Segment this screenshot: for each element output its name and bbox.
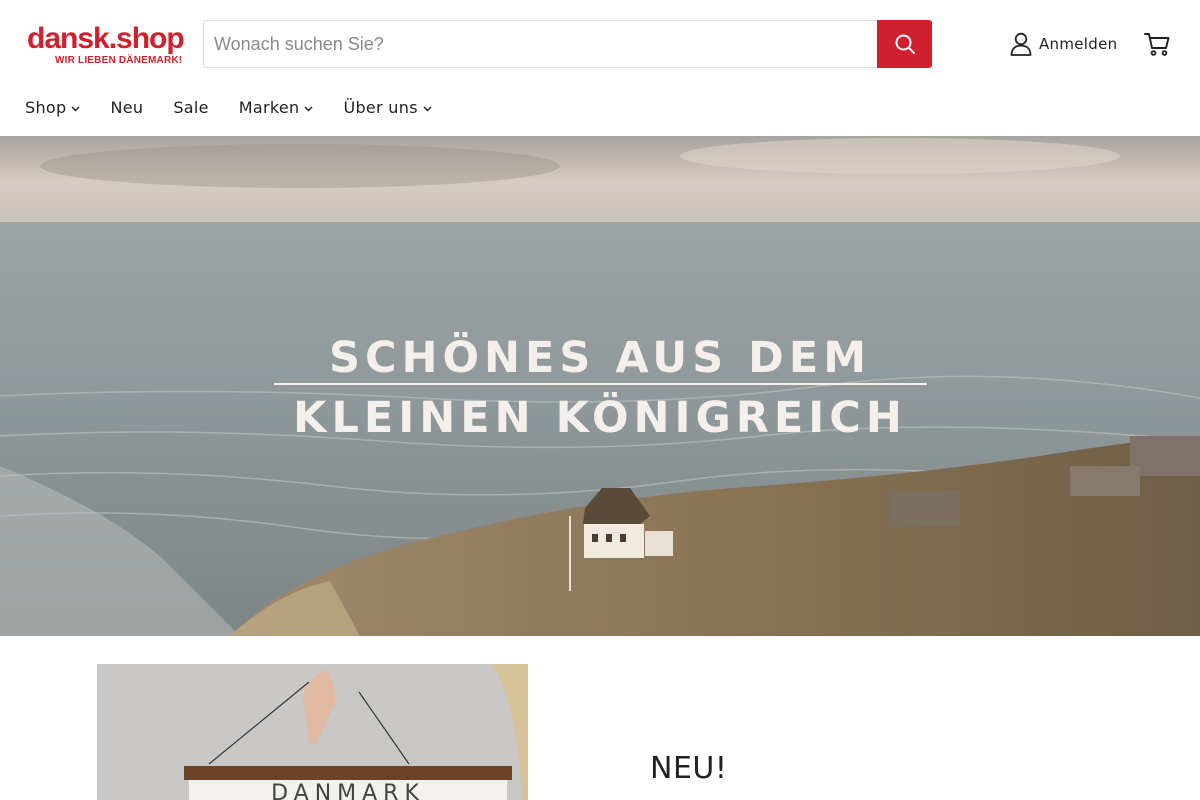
hero-image [0, 136, 1200, 636]
poster-text: DANMARK [271, 781, 425, 800]
nav-item-label: Shop [25, 97, 67, 117]
hero-headline-line1: SCHÖNES AUS DEM [328, 333, 872, 383]
chevron-down-icon [304, 105, 313, 112]
logo-wordmark: dansk.shop [27, 22, 185, 55]
nav-item-label: Marken [238, 97, 300, 117]
poster-photo: DANMARK [97, 664, 528, 800]
login-link[interactable]: Anmelden [1010, 31, 1117, 57]
nav-item-shop[interactable]: Shop [25, 98, 80, 117]
hero-divider [274, 383, 927, 385]
search-button[interactable] [877, 20, 932, 68]
feature-title: NEU! [650, 751, 728, 786]
login-label: Anmelden [1039, 35, 1118, 53]
search-input[interactable] [204, 21, 878, 67]
nav-item-label: Neu [110, 97, 144, 117]
nav-item-label: Sale [173, 97, 209, 117]
feature-image[interactable]: DANMARK [97, 664, 528, 800]
chevron-down-icon [423, 105, 432, 112]
site-header: dansk.shop WIR LIEBEN DÄNEMARK! Anmelden… [0, 0, 1200, 136]
search-icon [895, 34, 915, 54]
nav-item-sale[interactable]: Sale [173, 98, 208, 117]
nav-item-marken[interactable]: Marken [239, 98, 314, 117]
user-icon [1010, 32, 1032, 56]
nav-item-neu[interactable]: Neu [110, 98, 143, 117]
nav-item-ueber-uns[interactable]: Über uns [343, 97, 432, 117]
hero-banner[interactable]: SCHÖNES AUS DEM KLEINEN KÖNIGREICH [0, 136, 1200, 636]
cart-button[interactable] [1143, 30, 1171, 58]
nav-item-label: Über uns [343, 97, 418, 117]
cart-icon [1144, 33, 1170, 56]
logo[interactable]: dansk.shop WIR LIEBEN DÄNEMARK! [27, 20, 185, 68]
logo-tagline: WIR LIEBEN DÄNEMARK! [55, 55, 183, 66]
hero-headline-line2: KLEINEN KÖNIGREICH [293, 393, 907, 443]
search-bar [203, 20, 932, 68]
chevron-down-icon [71, 105, 80, 112]
main-nav: Shop Neu Sale Marken Über uns [25, 95, 462, 119]
